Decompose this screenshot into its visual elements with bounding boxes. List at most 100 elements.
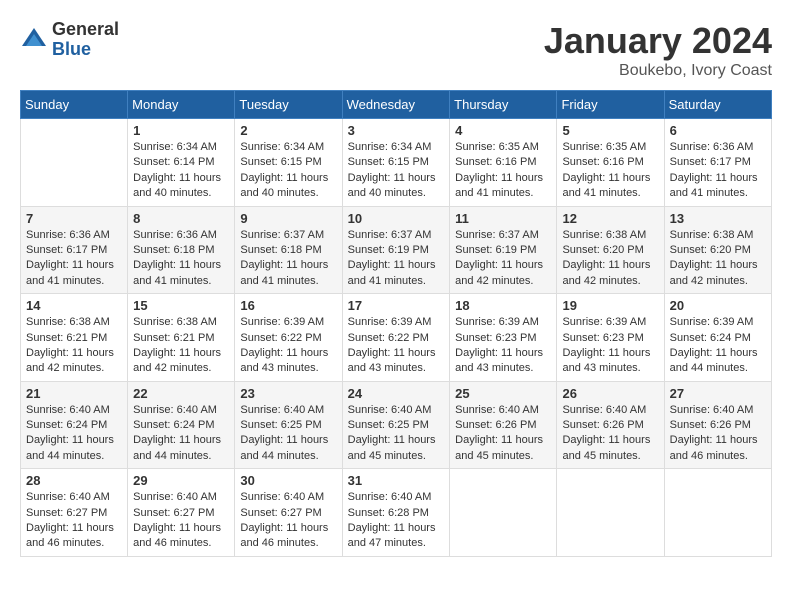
day-info: Sunrise: 6:36 AMSunset: 6:17 PMDaylight:…: [26, 228, 122, 290]
day-info: Sunrise: 6:40 AMSunset: 6:24 PMDaylight:…: [26, 403, 122, 465]
day-info: Sunrise: 6:40 AMSunset: 6:28 PMDaylight:…: [348, 490, 445, 552]
calendar-week-row: 14Sunrise: 6:38 AMSunset: 6:21 PMDayligh…: [21, 294, 772, 382]
weekday-header-saturday: Saturday: [664, 91, 771, 119]
calendar-cell: 7 Sunrise: 6:36 AMSunset: 6:17 PMDaylight…: [21, 206, 128, 294]
calendar-cell: 9 Sunrise: 6:37 AMSunset: 6:18 PMDaylight…: [235, 206, 342, 294]
day-number: 20: [670, 298, 766, 313]
calendar-cell: 12 Sunrise: 6:38 AMSunset: 6:20 PMDayligh…: [557, 206, 664, 294]
day-info: Sunrise: 6:39 AMSunset: 6:22 PMDaylight:…: [348, 315, 445, 377]
logo-general-text: General: [52, 20, 119, 40]
day-info: Sunrise: 6:37 AMSunset: 6:18 PMDaylight:…: [240, 228, 336, 290]
day-number: 19: [562, 298, 658, 313]
day-number: 12: [562, 211, 658, 226]
day-info: Sunrise: 6:38 AMSunset: 6:20 PMDaylight:…: [562, 228, 658, 290]
calendar-cell: 27Sunrise: 6:40 AMSunset: 6:26 PMDayligh…: [664, 381, 771, 469]
calendar-week-row: 21 Sunrise: 6:40 AMSunset: 6:24 PMDayligh…: [21, 381, 772, 469]
day-number: 31: [348, 473, 445, 488]
calendar-cell: 8 Sunrise: 6:36 AMSunset: 6:18 PMDaylight…: [128, 206, 235, 294]
calendar-cell: [450, 469, 557, 557]
calendar-table: SundayMondayTuesdayWednesdayThursdayFrid…: [20, 90, 772, 557]
day-info: Sunrise: 6:39 AMSunset: 6:23 PMDaylight:…: [562, 315, 658, 377]
day-info: Sunrise: 6:40 AMSunset: 6:25 PMDaylight:…: [240, 403, 336, 465]
day-number: 13: [670, 211, 766, 226]
calendar-cell: 31 Sunrise: 6:40 AMSunset: 6:28 PMDayligh…: [342, 469, 450, 557]
day-info: Sunrise: 6:37 AMSunset: 6:19 PMDaylight:…: [348, 228, 445, 290]
calendar-cell: 16Sunrise: 6:39 AMSunset: 6:22 PMDayligh…: [235, 294, 342, 382]
weekday-header-row: SundayMondayTuesdayWednesdayThursdayFrid…: [21, 91, 772, 119]
calendar-cell: 4Sunrise: 6:35 AMSunset: 6:16 PMDaylight…: [450, 119, 557, 207]
calendar-cell: 17 Sunrise: 6:39 AMSunset: 6:22 PMDayligh…: [342, 294, 450, 382]
calendar-cell: 13 Sunrise: 6:38 AMSunset: 6:20 PMDayligh…: [664, 206, 771, 294]
day-info: Sunrise: 6:40 AMSunset: 6:27 PMDaylight:…: [133, 490, 229, 552]
day-info: Sunrise: 6:38 AMSunset: 6:21 PMDaylight:…: [26, 315, 122, 377]
day-number: 8: [133, 211, 229, 226]
calendar-cell: 26 Sunrise: 6:40 AMSunset: 6:26 PMDayligh…: [557, 381, 664, 469]
calendar-cell: 2 Sunrise: 6:34 AMSunset: 6:15 PMDaylight…: [235, 119, 342, 207]
weekday-header-wednesday: Wednesday: [342, 91, 450, 119]
calendar-cell: 24 Sunrise: 6:40 AMSunset: 6:25 PMDayligh…: [342, 381, 450, 469]
calendar-cell: 11Sunrise: 6:37 AMSunset: 6:19 PMDayligh…: [450, 206, 557, 294]
calendar-cell: [664, 469, 771, 557]
day-info: Sunrise: 6:40 AMSunset: 6:26 PMDaylight:…: [562, 403, 658, 465]
day-info: Sunrise: 6:34 AMSunset: 6:15 PMDaylight:…: [240, 140, 336, 202]
title-block: January 2024 Boukebo, Ivory Coast: [544, 20, 772, 80]
calendar-cell: 19 Sunrise: 6:39 AMSunset: 6:23 PMDayligh…: [557, 294, 664, 382]
day-info: Sunrise: 6:38 AMSunset: 6:21 PMDaylight:…: [133, 315, 229, 377]
day-info: Sunrise: 6:40 AMSunset: 6:24 PMDaylight:…: [133, 403, 229, 465]
day-info: Sunrise: 6:39 AMSunset: 6:23 PMDaylight:…: [455, 315, 551, 377]
day-number: 21: [26, 386, 122, 401]
calendar-cell: 20Sunrise: 6:39 AMSunset: 6:24 PMDayligh…: [664, 294, 771, 382]
day-number: 29: [133, 473, 229, 488]
day-number: 6: [670, 123, 766, 138]
day-info: Sunrise: 6:40 AMSunset: 6:26 PMDaylight:…: [455, 403, 551, 465]
day-number: 5: [562, 123, 658, 138]
calendar-cell: 14Sunrise: 6:38 AMSunset: 6:21 PMDayligh…: [21, 294, 128, 382]
day-info: Sunrise: 6:36 AMSunset: 6:18 PMDaylight:…: [133, 228, 229, 290]
day-number: 27: [670, 386, 766, 401]
day-info: Sunrise: 6:40 AMSunset: 6:25 PMDaylight:…: [348, 403, 445, 465]
logo-blue-text: Blue: [52, 40, 119, 60]
calendar-week-row: 7 Sunrise: 6:36 AMSunset: 6:17 PMDaylight…: [21, 206, 772, 294]
calendar-cell: 15Sunrise: 6:38 AMSunset: 6:21 PMDayligh…: [128, 294, 235, 382]
day-number: 1: [133, 123, 229, 138]
calendar-cell: 28Sunrise: 6:40 AMSunset: 6:27 PMDayligh…: [21, 469, 128, 557]
calendar-cell: 18 Sunrise: 6:39 AMSunset: 6:23 PMDayligh…: [450, 294, 557, 382]
day-info: Sunrise: 6:34 AMSunset: 6:14 PMDaylight:…: [133, 140, 229, 202]
day-number: 4: [455, 123, 551, 138]
day-number: 3: [348, 123, 445, 138]
calendar-cell: 3Sunrise: 6:34 AMSunset: 6:15 PMDaylight…: [342, 119, 450, 207]
logo-icon: [20, 26, 48, 54]
day-number: 26: [562, 386, 658, 401]
day-number: 18: [455, 298, 551, 313]
weekday-header-sunday: Sunday: [21, 91, 128, 119]
calendar-cell: 25 Sunrise: 6:40 AMSunset: 6:26 PMDayligh…: [450, 381, 557, 469]
day-number: 9: [240, 211, 336, 226]
day-number: 16: [240, 298, 336, 313]
day-number: 10: [348, 211, 445, 226]
logo-text: General Blue: [52, 20, 119, 60]
calendar-cell: 30 Sunrise: 6:40 AMSunset: 6:27 PMDayligh…: [235, 469, 342, 557]
day-number: 23: [240, 386, 336, 401]
weekday-header-thursday: Thursday: [450, 91, 557, 119]
day-info: Sunrise: 6:40 AMSunset: 6:27 PMDaylight:…: [240, 490, 336, 552]
calendar-cell: 23 Sunrise: 6:40 AMSunset: 6:25 PMDayligh…: [235, 381, 342, 469]
page-header: General Blue January 2024 Boukebo, Ivory…: [20, 20, 772, 80]
day-number: 17: [348, 298, 445, 313]
day-info: Sunrise: 6:35 AMSunset: 6:16 PMDaylight:…: [562, 140, 658, 202]
day-info: Sunrise: 6:37 AMSunset: 6:19 PMDaylight:…: [455, 228, 551, 290]
day-number: 22: [133, 386, 229, 401]
day-number: 7: [26, 211, 122, 226]
calendar-cell: 29 Sunrise: 6:40 AMSunset: 6:27 PMDayligh…: [128, 469, 235, 557]
day-number: 30: [240, 473, 336, 488]
day-number: 2: [240, 123, 336, 138]
day-number: 24: [348, 386, 445, 401]
day-info: Sunrise: 6:38 AMSunset: 6:20 PMDaylight:…: [670, 228, 766, 290]
calendar-week-row: 1 Sunrise: 6:34 AMSunset: 6:14 PMDaylight…: [21, 119, 772, 207]
calendar-cell: [557, 469, 664, 557]
calendar-week-row: 28Sunrise: 6:40 AMSunset: 6:27 PMDayligh…: [21, 469, 772, 557]
day-number: 25: [455, 386, 551, 401]
calendar-cell: 6Sunrise: 6:36 AMSunset: 6:17 PMDaylight…: [664, 119, 771, 207]
weekday-header-monday: Monday: [128, 91, 235, 119]
calendar-cell: 21 Sunrise: 6:40 AMSunset: 6:24 PMDayligh…: [21, 381, 128, 469]
logo: General Blue: [20, 20, 119, 60]
